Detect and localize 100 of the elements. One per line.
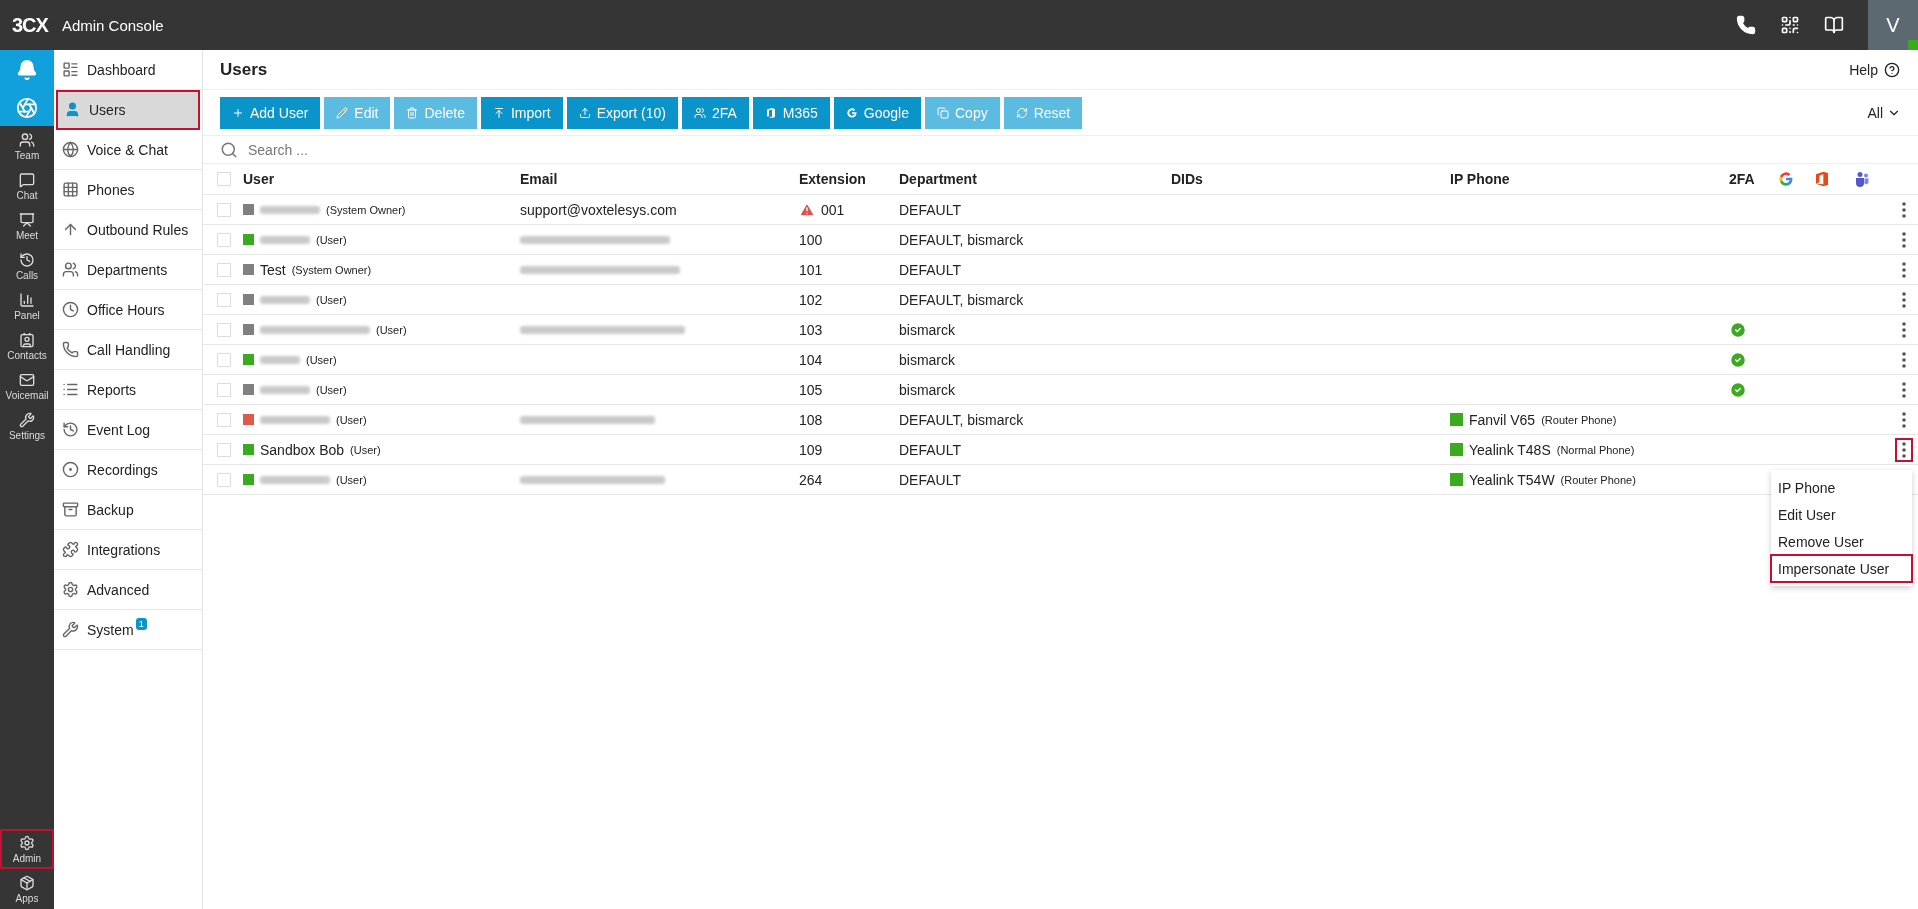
row-checkbox[interactable] xyxy=(217,352,231,367)
nav-item[interactable]: Users xyxy=(56,90,200,130)
phone-icon[interactable] xyxy=(1736,15,1756,35)
upload-icon xyxy=(578,106,591,119)
user-role: (User) xyxy=(316,293,347,306)
search-field[interactable]: Search ... xyxy=(246,140,1901,159)
department-cell-text: bismarck xyxy=(899,351,956,368)
phone-type: (Router Phone) xyxy=(1541,413,1617,426)
user-name: Sandbox Bob xyxy=(260,441,345,458)
people-icon xyxy=(19,131,35,148)
history-icon xyxy=(62,421,79,438)
menu-item[interactable]: Remove User xyxy=(1771,528,1912,555)
phone-model: Yealink T54W xyxy=(1469,471,1555,488)
rail-item[interactable]: Voicemail xyxy=(0,366,54,406)
rail-item[interactable]: Meet xyxy=(0,206,54,246)
select-all-checkbox[interactable] xyxy=(217,172,231,186)
user-role: (User) xyxy=(336,413,367,426)
menu-item[interactable]: Impersonate User xyxy=(1771,555,1912,582)
rail-item[interactable]: Apps xyxy=(0,869,54,909)
row-checkbox[interactable] xyxy=(217,292,231,307)
logo: 3CX xyxy=(12,13,48,37)
department-cell-text: DEFAULT, bismarck xyxy=(899,411,1025,428)
row-checkbox[interactable] xyxy=(217,382,231,397)
search-icon xyxy=(220,140,238,159)
redacted-name xyxy=(260,355,300,364)
chart-icon xyxy=(19,291,35,308)
count-badge: 1 xyxy=(135,617,147,630)
department-cell-text: DEFAULT xyxy=(899,441,962,458)
kebab-icon xyxy=(1902,441,1906,458)
contact-card-icon xyxy=(19,331,35,348)
rail-item[interactable]: Calls xyxy=(0,246,54,286)
row-checkbox[interactable] xyxy=(217,412,231,427)
column-header[interactable]: Extension xyxy=(799,171,899,187)
extension-cell: 101 xyxy=(799,261,823,278)
user-role: (User) xyxy=(306,353,337,366)
user-avatar[interactable]: V xyxy=(1868,0,1918,50)
more-button[interactable] xyxy=(1895,437,1913,462)
rail-item[interactable]: Chat xyxy=(0,166,54,206)
column-header[interactable]: IP Phone xyxy=(1450,171,1729,187)
wrench-icon xyxy=(62,621,79,638)
puzzle-icon xyxy=(62,541,79,558)
phone-type: (Normal Phone) xyxy=(1556,443,1635,456)
row-checkbox[interactable] xyxy=(217,472,231,487)
row-checkbox[interactable] xyxy=(217,202,231,217)
phone-model: Yealink T48S xyxy=(1469,441,1551,458)
browser-button[interactable] xyxy=(0,90,54,126)
rail-item[interactable]: Admin xyxy=(0,829,54,869)
extension-cell: 102 xyxy=(799,291,823,308)
row-checkbox[interactable] xyxy=(217,262,231,277)
office-icon xyxy=(764,106,777,119)
rail-item[interactable]: Panel xyxy=(0,286,54,326)
rail-item[interactable]: Contacts xyxy=(0,326,54,366)
rail-item[interactable]: Settings xyxy=(0,406,54,446)
globe-icon xyxy=(62,141,79,158)
book-icon[interactable] xyxy=(1824,15,1844,35)
keypad-icon xyxy=(62,181,79,198)
qr-code-icon[interactable] xyxy=(1780,15,1800,35)
help-icon[interactable] xyxy=(1884,61,1900,78)
column-header[interactable]: DIDs xyxy=(1171,171,1450,187)
column-header[interactable]: User xyxy=(243,171,520,187)
office-logo-icon xyxy=(1815,171,1829,187)
kebab-icon xyxy=(1902,231,1906,248)
menu-item[interactable]: Edit User xyxy=(1771,501,1912,528)
user-role: (User) xyxy=(376,323,407,336)
department-cell-text: bismarck xyxy=(899,321,956,338)
user-role: (User) xyxy=(350,443,381,456)
people-icon xyxy=(693,106,706,119)
plus-icon xyxy=(232,106,244,119)
kebab-icon xyxy=(1902,411,1906,428)
clock-icon xyxy=(62,301,79,318)
redacted-name xyxy=(260,475,330,484)
column-header[interactable]: 2FA xyxy=(1729,171,1778,187)
column-header[interactable]: Email xyxy=(520,171,799,187)
row-checkbox[interactable] xyxy=(217,322,231,337)
help-link[interactable]: Help xyxy=(1849,61,1878,78)
user-role: (System Owner) xyxy=(326,203,406,216)
people-icon xyxy=(62,261,79,278)
rail-item[interactable]: Team xyxy=(0,126,54,166)
user-role: (User) xyxy=(336,473,367,486)
redacted-name xyxy=(260,205,320,214)
app-title: Admin Console xyxy=(61,16,165,34)
redacted-name xyxy=(260,385,310,394)
row-checkbox[interactable] xyxy=(217,232,231,247)
kebab-icon xyxy=(1902,381,1906,398)
arrow-up-icon xyxy=(62,221,79,238)
kebab-icon xyxy=(1902,351,1906,368)
notifications-button[interactable] xyxy=(0,50,54,90)
presentation-icon xyxy=(19,211,35,228)
list-icon xyxy=(62,381,79,398)
filter-dropdown[interactable]: All xyxy=(1867,104,1901,121)
trash-icon xyxy=(406,106,419,119)
redacted-name xyxy=(260,415,330,424)
kebab-icon xyxy=(1902,291,1906,308)
row-checkbox[interactable] xyxy=(217,442,231,457)
menu-item[interactable]: IP Phone xyxy=(1771,474,1912,501)
column-header[interactable]: Department xyxy=(899,171,1171,187)
extension-cell: 001 xyxy=(821,201,845,218)
teams-logo-icon xyxy=(1855,171,1869,187)
department-cell-text: bismarck xyxy=(899,381,956,398)
department-cell-text: DEFAULT xyxy=(899,261,962,278)
